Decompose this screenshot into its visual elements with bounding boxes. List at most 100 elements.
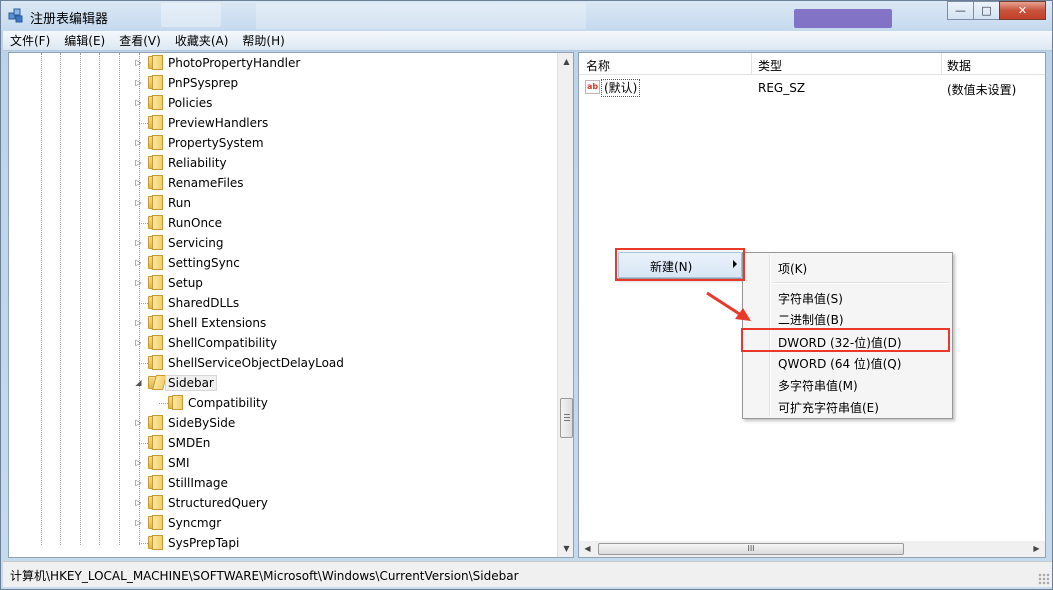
- folder-icon: [148, 55, 164, 70]
- list-item[interactable]: ab (默认) REG_SZ (数值未设置): [579, 79, 1045, 97]
- expand-arrow-icon[interactable]: ▷: [134, 137, 143, 148]
- tree-item[interactable]: ▷ StillImage: [9, 473, 557, 493]
- expand-arrow-icon[interactable]: ▷: [134, 197, 143, 208]
- tree-item[interactable]: ▷ Policies: [9, 93, 557, 113]
- menu-item-string-value[interactable]: 字符串值(S): [778, 290, 843, 307]
- expand-arrow-icon[interactable]: ▷: [134, 457, 143, 468]
- tree-vertical-scrollbar[interactable]: ▲ ▼: [557, 53, 573, 557]
- expand-arrow-icon[interactable]: ▷: [134, 97, 143, 108]
- menu-help[interactable]: 帮助(H): [235, 32, 291, 50]
- tree-item[interactable]: ShellServiceObjectDelayLoad: [9, 353, 557, 373]
- tree-item-label: Reliability: [168, 156, 227, 170]
- folder-icon: [148, 115, 164, 130]
- expand-arrow-icon[interactable]: ▷: [134, 337, 143, 348]
- scroll-right-arrow-icon[interactable]: ▶: [1028, 541, 1045, 557]
- tree-item[interactable]: ▷ StructuredQuery: [9, 493, 557, 513]
- tree-connector: [139, 443, 148, 444]
- expand-arrow-icon[interactable]: ▷: [134, 277, 143, 288]
- tree-item[interactable]: SMDEn: [9, 433, 557, 453]
- expand-arrow-icon[interactable]: ▷: [134, 477, 143, 488]
- expand-arrow-icon[interactable]: ▷: [134, 497, 143, 508]
- tree-item[interactable]: ▷ Run: [9, 193, 557, 213]
- folder-icon: [148, 435, 164, 450]
- tree-item[interactable]: SharedDLLs: [9, 293, 557, 313]
- menu-item-qword-value[interactable]: QWORD (64 位)值(Q): [778, 355, 901, 372]
- tree-item[interactable]: ▷ Reliability: [9, 153, 557, 173]
- tree-item[interactable]: ▷ RenameFiles: [9, 173, 557, 193]
- column-data[interactable]: 数据: [947, 57, 971, 74]
- folder-icon: [148, 75, 164, 90]
- menu-item-key[interactable]: 项(K): [778, 260, 807, 277]
- list-column-header: 名称 类型 数据: [579, 53, 1045, 75]
- tree-item[interactable]: ◢ Sidebar: [9, 373, 557, 393]
- tree-item[interactable]: ▷ Setup: [9, 273, 557, 293]
- tree-item[interactable]: SysPrepTapi: [9, 533, 557, 553]
- menu-edit[interactable]: 编辑(E): [57, 32, 112, 50]
- folder-icon: [148, 335, 164, 350]
- tree-item[interactable]: ▷ PnPSysprep: [9, 73, 557, 93]
- menu-favorites[interactable]: 收藏夹(A): [168, 32, 236, 50]
- column-separator[interactable]: [941, 53, 942, 75]
- scroll-up-arrow-icon[interactable]: ▲: [558, 53, 573, 70]
- column-name[interactable]: 名称: [586, 57, 610, 74]
- tree-item-label: RenameFiles: [168, 176, 244, 190]
- background-ghost: [256, 3, 586, 29]
- grip-line: [564, 414, 570, 415]
- tree-item[interactable]: ▷ SideBySide: [9, 413, 557, 433]
- tree-item[interactable]: ▷ ShellCompatibility: [9, 333, 557, 353]
- tree-item-label: SysPrepTapi: [168, 536, 240, 550]
- menu-separator: [773, 282, 949, 284]
- menu-item-expandable-string-value[interactable]: 可扩充字符串值(E): [778, 399, 879, 416]
- tree-item[interactable]: ▷ PhotoPropertyHandler: [9, 53, 557, 73]
- title-bar[interactable]: 注册表编辑器 — □ ✕: [1, 1, 1052, 31]
- folder-icon: [148, 355, 164, 370]
- collapse-arrow-icon[interactable]: ◢: [134, 377, 143, 388]
- tree-item-label: Sidebar: [165, 375, 217, 391]
- column-separator[interactable]: [751, 53, 752, 75]
- column-type[interactable]: 类型: [758, 57, 782, 74]
- list-horizontal-scrollbar[interactable]: ◀ III ▶: [579, 541, 1045, 557]
- scroll-left-arrow-icon[interactable]: ◀: [579, 541, 596, 557]
- tree-item[interactable]: RunOnce: [9, 213, 557, 233]
- registry-path: 计算机\HKEY_LOCAL_MACHINE\SOFTWARE\Microsof…: [10, 569, 519, 583]
- resize-grip-icon[interactable]: [1038, 573, 1050, 585]
- tree-item[interactable]: ▷ Servicing: [9, 233, 557, 253]
- expand-arrow-icon[interactable]: ▷: [134, 157, 143, 168]
- expand-arrow-icon[interactable]: ▷: [134, 417, 143, 428]
- menu-file[interactable]: 文件(F): [3, 32, 57, 50]
- value-data: (数值未设置): [947, 83, 1017, 97]
- tree-item[interactable]: ▷ SettingSync: [9, 253, 557, 273]
- expand-arrow-icon[interactable]: ▷: [134, 317, 143, 328]
- close-button[interactable]: ✕: [999, 1, 1046, 20]
- menu-view[interactable]: 查看(V): [112, 32, 168, 50]
- folder-icon: [148, 175, 164, 190]
- folder-icon: [148, 415, 164, 430]
- scroll-thumb[interactable]: III: [598, 543, 904, 555]
- tree-item[interactable]: PreviewHandlers: [9, 113, 557, 133]
- menu-item-multi-string-value[interactable]: 多字符串值(M): [778, 377, 858, 394]
- tree-item[interactable]: Compatibility: [9, 393, 557, 413]
- expand-arrow-icon[interactable]: ▷: [134, 57, 143, 68]
- tree-item[interactable]: ▷ Syncmgr: [9, 513, 557, 533]
- minimize-button[interactable]: —: [947, 1, 974, 20]
- expand-arrow-icon[interactable]: ▷: [134, 517, 143, 528]
- folder-icon: [148, 95, 164, 110]
- highlight-box-new: [615, 248, 745, 281]
- scroll-down-arrow-icon[interactable]: ▼: [558, 540, 573, 557]
- background-ghost: [794, 9, 892, 28]
- expand-arrow-icon[interactable]: ▷: [134, 177, 143, 188]
- maximize-button[interactable]: □: [973, 1, 1000, 20]
- tree-item[interactable]: ▷ Shell Extensions: [9, 313, 557, 333]
- expand-arrow-icon[interactable]: ▷: [134, 257, 143, 268]
- scroll-thumb[interactable]: [560, 398, 573, 438]
- folder-icon: [148, 375, 168, 390]
- registry-tree-pane[interactable]: ▷ PhotoPropertyHandler ▷ PnPSysprep ▷ Policie…: [8, 52, 574, 558]
- menu-item-binary-value[interactable]: 二进制值(B): [778, 311, 844, 328]
- expand-arrow-icon[interactable]: ▷: [134, 237, 143, 248]
- tree-item[interactable]: ▷ PropertySystem: [9, 133, 557, 153]
- tree-item-label: PreviewHandlers: [168, 116, 269, 130]
- tree-item[interactable]: ▷ SMI: [9, 453, 557, 473]
- red-arrow-icon: [706, 291, 751, 321]
- expand-arrow-icon[interactable]: ▷: [134, 77, 143, 88]
- folder-icon: [148, 255, 164, 270]
